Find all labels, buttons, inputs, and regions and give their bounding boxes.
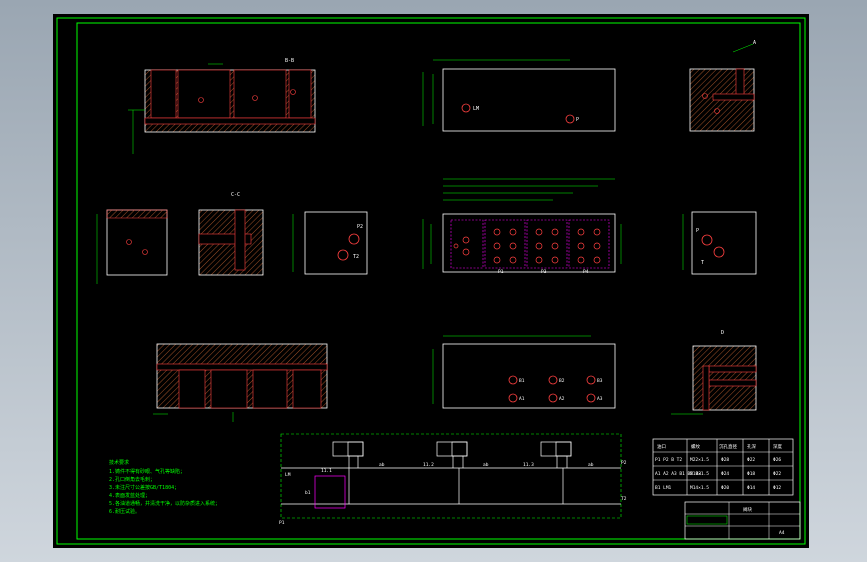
port-label-p1: P1 <box>498 269 504 275</box>
section-view-mid-left-2: C-C <box>198 192 264 276</box>
schematic-port-t2: T2 <box>621 496 627 502</box>
ab-label-1: ab <box>379 462 385 468</box>
title-scale: A4 <box>779 530 785 536</box>
valve-label-1: 11.1 <box>321 468 332 474</box>
title-part-name: 阀块 <box>743 506 752 513</box>
port-label-p-right: P <box>696 228 699 234</box>
table-cell-1-2: Φ24 <box>721 471 729 477</box>
valve-label-3: 11.3 <box>523 462 534 468</box>
section-view-top-right: A <box>689 40 756 132</box>
valve-label-b1: b1 <box>305 490 311 496</box>
section-view-mid-left-1 <box>96 209 168 284</box>
notes-line-5: 5.各油道通畅，并清洗干净，以防杂质进入系统； <box>109 500 220 507</box>
schematic-port-lm: LM <box>285 472 291 478</box>
engineering-drawing: B-B LM P A C-C P2 T2 P1 P3 P4 P T B1 A1 … <box>56 17 806 545</box>
table-cell-2-3: Φ14 <box>747 485 755 491</box>
technical-notes: 技术要求 1.铸件不得有砂眼、气孔等缺陷； 2.孔口倒角去毛刺； 3.未注尺寸公… <box>109 459 220 515</box>
cad-viewport[interactable]: B-B LM P A C-C P2 T2 P1 P3 P4 P T B1 A1 … <box>53 14 809 548</box>
table-cell-1-3: Φ18 <box>747 471 755 477</box>
notes-line-3: 3.未注尺寸公差按GB/T1804； <box>109 484 179 491</box>
table-cell-0-3: Φ22 <box>747 457 755 463</box>
manifold-plan-view: P1 P3 P4 <box>422 178 622 275</box>
plan-view-mid-right: P T <box>682 211 757 275</box>
port-label-p3: P3 <box>541 269 547 275</box>
table-cell-0-1: M22×1.5 <box>690 457 709 463</box>
notes-line-6: 6.耐压试验。 <box>109 508 140 515</box>
plan-view-top-middle: LM P <box>422 59 616 132</box>
plan-view-mid-left: P2 T2 <box>292 211 368 275</box>
table-header-0: 油口 <box>657 443 666 450</box>
section-view-bottom-right: D <box>671 330 757 415</box>
notes-line-1: 1.铸件不得有砂眼、气孔等缺陷； <box>109 468 185 475</box>
port-label-a2: A2 <box>559 396 565 402</box>
ab-label-2: ab <box>483 462 489 468</box>
table-cell-2-0: B1 LM1 <box>655 485 672 491</box>
table-cell-2-2: Φ20 <box>721 485 729 491</box>
section-view-bottom-left <box>153 343 328 422</box>
port-label-a3: A3 <box>597 396 603 402</box>
port-table: 油口 螺纹 沉孔直径 孔深 深度 P1 P2 B T2 M22×1.5 Φ28 … <box>652 438 794 496</box>
port-label-t-right: T <box>701 260 704 266</box>
port-label-p: P <box>576 117 579 123</box>
plan-view-bottom-middle: B1 A1 B2 A2 B3 A3 <box>432 335 616 409</box>
table-cell-2-1: M14×1.5 <box>690 485 709 491</box>
table-cell-0-0: P1 P2 B T2 <box>655 457 682 463</box>
notes-line-2: 2.孔口倒角去毛刺； <box>109 476 155 483</box>
notes-line-4: 4.表面发蓝处理； <box>109 492 150 499</box>
table-cell-0-4: Φ26 <box>773 457 781 463</box>
title-block: 阀块 A4 <box>684 501 801 540</box>
view-label-d: D <box>721 330 724 336</box>
table-cell-1-1: M18×1.5 <box>690 471 709 477</box>
port-label-a1: A1 <box>519 396 525 402</box>
table-header-4: 深度 <box>773 443 782 450</box>
port-label-p4: P4 <box>583 269 589 275</box>
view-label-a: A <box>753 40 756 46</box>
view-label-cc: C-C <box>231 192 240 198</box>
table-cell-0-2: Φ28 <box>721 457 729 463</box>
table-header-3: 孔深 <box>747 443 756 450</box>
ab-label-3: ab <box>588 462 594 468</box>
port-label-p2: P2 <box>357 224 363 230</box>
section-view-top-left: B-B <box>128 58 316 154</box>
valve-label-2: 11.2 <box>423 462 434 468</box>
port-label-b3: B3 <box>597 378 603 384</box>
port-label-lm: LM <box>473 106 479 112</box>
schematic-port-p1: P1 <box>279 520 285 526</box>
table-cell-2-4: Φ12 <box>773 485 781 491</box>
port-label-t2: T2 <box>353 254 359 260</box>
table-header-2: 沉孔直径 <box>719 443 737 450</box>
table-cell-1-4: Φ22 <box>773 471 781 477</box>
port-label-b2: B2 <box>559 378 565 384</box>
port-label-b1: B1 <box>519 378 525 384</box>
view-label-bb: B-B <box>285 58 294 64</box>
table-header-1: 螺纹 <box>691 443 700 450</box>
schematic-port-p2: P2 <box>621 460 627 466</box>
notes-heading: 技术要求 <box>109 459 129 466</box>
hydraulic-schematic: 11.1 11.2 11.3 ab ab ab b1 LM P2 T2 P1 <box>279 433 627 526</box>
